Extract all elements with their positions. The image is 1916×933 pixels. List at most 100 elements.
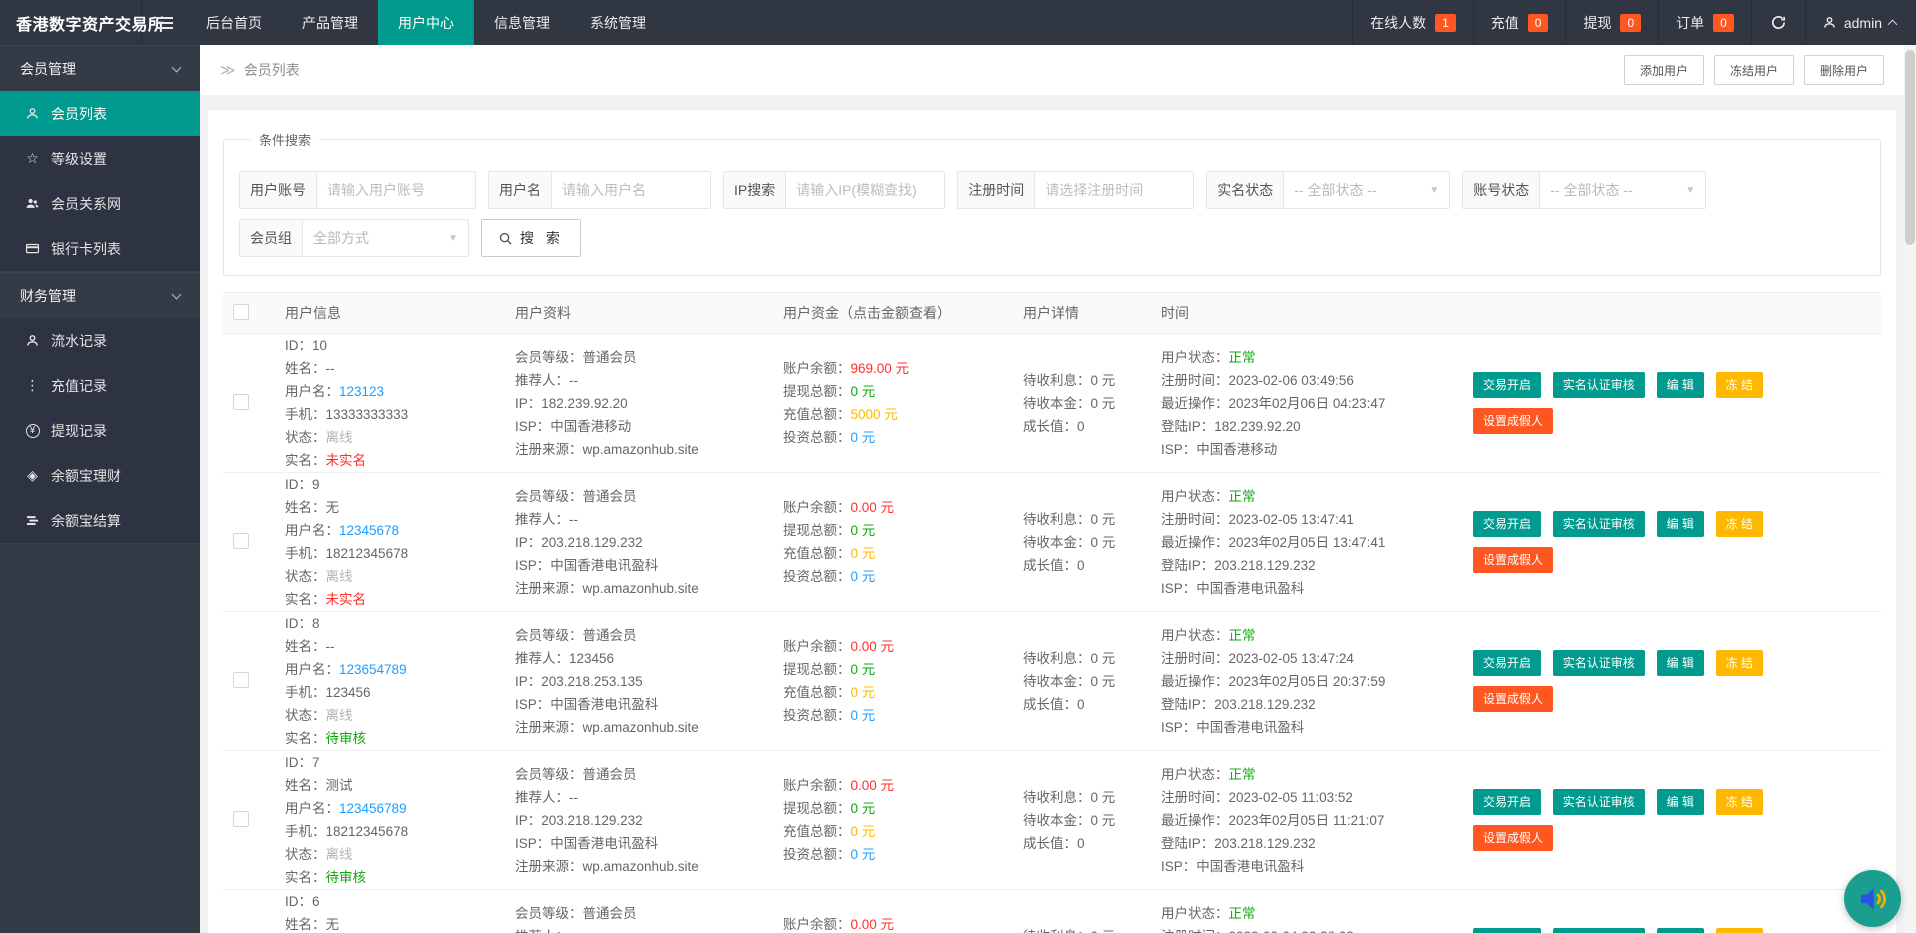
row-checkbox[interactable] — [233, 810, 249, 827]
recharge-total[interactable]: 0 元 — [851, 685, 876, 700]
set-fake-user-button[interactable]: 设置成假人 — [1473, 408, 1554, 434]
username-link[interactable]: 123654789 — [339, 662, 407, 677]
sidebar-item-withdraw-records[interactable]: ¥ 提现记录 — [0, 408, 200, 453]
set-fake-user-button[interactable]: 设置成假人 — [1473, 547, 1554, 573]
row-checkbox[interactable] — [233, 671, 249, 688]
sidebar-item-member-list[interactable]: 会员列表 — [0, 91, 200, 136]
sidebar-item-yuebao-settlement[interactable]: 余额宝结算 — [0, 498, 200, 543]
sidebar-group-finance[interactable]: 财务管理 — [0, 272, 200, 318]
login-ip: 203.218.129.232 — [1214, 557, 1316, 573]
realname-status: 未实名 — [325, 592, 367, 607]
set-fake-user-button[interactable]: 设置成假人 — [1473, 686, 1554, 712]
set-fake-user-button[interactable]: 设置成假人 — [1473, 825, 1554, 851]
invest-total[interactable]: 0 元 — [851, 430, 876, 445]
freeze-button[interactable]: 冻 结 — [1715, 650, 1764, 676]
search-button[interactable]: 搜 索 — [481, 219, 581, 257]
sidebar-item-recharge-records[interactable]: ⋮ 充值记录 — [0, 363, 200, 408]
nav-item-user-center[interactable]: 用户中心 — [378, 0, 474, 45]
balance-amount[interactable]: 0.00 元 — [851, 778, 895, 793]
add-user-button[interactable]: 添加用户 — [1623, 55, 1704, 85]
trade-toggle-button[interactable]: 交易开启 — [1473, 372, 1542, 398]
realname-status-select[interactable]: -- 全部状态 -- ▼ — [1284, 172, 1449, 208]
realname-audit-button[interactable]: 实名认证审核 — [1552, 372, 1645, 398]
order-count[interactable]: 订单 0 — [1658, 0, 1751, 45]
edit-button[interactable]: 编 辑 — [1656, 650, 1704, 676]
recharge-count[interactable]: 充值 0 — [1472, 0, 1566, 45]
user-profile-cell: 会员等级：普通会员 推荐人：-- IP：182.239.92.20 ISP：中国… — [515, 349, 699, 457]
edit-button[interactable]: 编 辑 — [1656, 511, 1704, 537]
user-status: 正常 — [1228, 488, 1256, 504]
username-link[interactable]: 12345678 — [339, 523, 399, 538]
account-status-select[interactable]: -- 全部状态 -- ▼ — [1540, 172, 1705, 208]
freeze-user-button[interactable]: 冻结用户 — [1713, 55, 1794, 85]
invest-total[interactable]: 0 元 — [851, 708, 876, 723]
trade-toggle-button[interactable]: 交易开启 — [1473, 789, 1542, 815]
realname-audit-button[interactable]: 实名认证审核 — [1552, 650, 1645, 676]
user-icon — [24, 106, 41, 121]
balance-amount[interactable]: 0.00 元 — [851, 917, 895, 932]
freeze-button[interactable]: 冻 结 — [1715, 372, 1764, 398]
freeze-button[interactable]: 冻 结 — [1715, 511, 1764, 537]
balance-amount[interactable]: 969.00 元 — [851, 361, 910, 376]
withdraw-total[interactable]: 0 元 — [851, 384, 876, 399]
nav-item-system[interactable]: 系统管理 — [570, 0, 666, 45]
row-checkbox[interactable] — [233, 393, 249, 410]
nav-item-products[interactable]: 产品管理 — [282, 0, 378, 45]
sound-toggle-button[interactable] — [1844, 870, 1901, 927]
hamburger-icon[interactable] — [142, 0, 186, 45]
refresh-icon[interactable] — [1750, 0, 1805, 45]
scrollbar-thumb[interactable] — [1905, 50, 1915, 245]
invest-total[interactable]: 0 元 — [851, 847, 876, 862]
recharge-total[interactable]: 0 元 — [851, 546, 876, 561]
sidebar-item-yuebao-finance[interactable]: ◈ 余额宝理财 — [0, 453, 200, 498]
edit-button[interactable]: 编 辑 — [1656, 372, 1704, 398]
sidebar-item-bank-cards[interactable]: 银行卡列表 — [0, 226, 200, 271]
nav-item-dashboard[interactable]: 后台首页 — [186, 0, 282, 45]
user-icon — [1823, 17, 1835, 28]
balance-amount[interactable]: 0.00 元 — [851, 500, 895, 515]
admin-menu[interactable]: admin — [1804, 0, 1916, 45]
register-isp: 中国香港电讯盈科 — [550, 835, 659, 851]
trade-toggle-button[interactable]: 交易开启 — [1473, 928, 1542, 933]
recharge-total[interactable]: 0 元 — [851, 824, 876, 839]
row-checkbox[interactable] — [233, 532, 249, 549]
col-header-user-details: 用户详情 — [1023, 305, 1079, 321]
user-name: -- — [325, 639, 335, 654]
realname-audit-button[interactable]: 实名认证审核 — [1552, 789, 1645, 815]
regtime-field-group: 注册时间 — [957, 171, 1195, 209]
online-count[interactable]: 在线人数 1 — [1352, 0, 1473, 45]
edit-button[interactable]: 编 辑 — [1656, 789, 1704, 815]
ip-search-input[interactable] — [786, 172, 945, 208]
sidebar-item-member-network[interactable]: 会员关系网 — [0, 181, 200, 226]
freeze-button[interactable]: 冻 结 — [1715, 789, 1764, 815]
withdraw-total[interactable]: 0 元 — [851, 662, 876, 677]
withdraw-total[interactable]: 0 元 — [851, 801, 876, 816]
username-link[interactable]: 123123 — [339, 384, 384, 399]
withdraw-count[interactable]: 提现 0 — [1565, 0, 1658, 45]
sidebar-item-level-settings[interactable]: ☆ 等级设置 — [0, 136, 200, 181]
edit-button[interactable]: 编 辑 — [1656, 928, 1704, 933]
user-details-cell: 待收利息：0 元 待收本金：0 元 成长值：0 — [1023, 789, 1116, 851]
username-link[interactable]: 123456789 — [339, 801, 407, 816]
sidebar-item-flow-records[interactable]: 流水记录 — [0, 318, 200, 363]
balance-amount[interactable]: 0.00 元 — [851, 639, 895, 654]
realname-audit-button[interactable]: 实名认证审核 — [1552, 928, 1645, 933]
trade-toggle-button[interactable]: 交易开启 — [1473, 650, 1542, 676]
freeze-button[interactable]: 冻 结 — [1715, 928, 1764, 933]
dropdown-arrow-icon: ▼ — [1685, 184, 1696, 196]
invest-total[interactable]: 0 元 — [851, 569, 876, 584]
member-group-select[interactable]: 全部方式 ▼ — [303, 220, 468, 256]
recharge-total[interactable]: 5000 元 — [851, 407, 898, 422]
delete-user-button[interactable]: 删除用户 — [1803, 55, 1884, 85]
nav-item-info[interactable]: 信息管理 — [474, 0, 570, 45]
withdraw-total[interactable]: 0 元 — [851, 523, 876, 538]
username-input[interactable] — [552, 172, 710, 208]
pending-interest: 0 元 — [1090, 650, 1116, 666]
realname-audit-button[interactable]: 实名认证审核 — [1552, 511, 1645, 537]
select-all-checkbox[interactable] — [233, 303, 249, 320]
account-input[interactable] — [317, 172, 475, 208]
register-time-input[interactable] — [1035, 172, 1194, 208]
trade-toggle-button[interactable]: 交易开启 — [1473, 511, 1542, 537]
pending-interest: 0 元 — [1090, 372, 1116, 388]
sidebar-group-members[interactable]: 会员管理 — [0, 45, 200, 91]
